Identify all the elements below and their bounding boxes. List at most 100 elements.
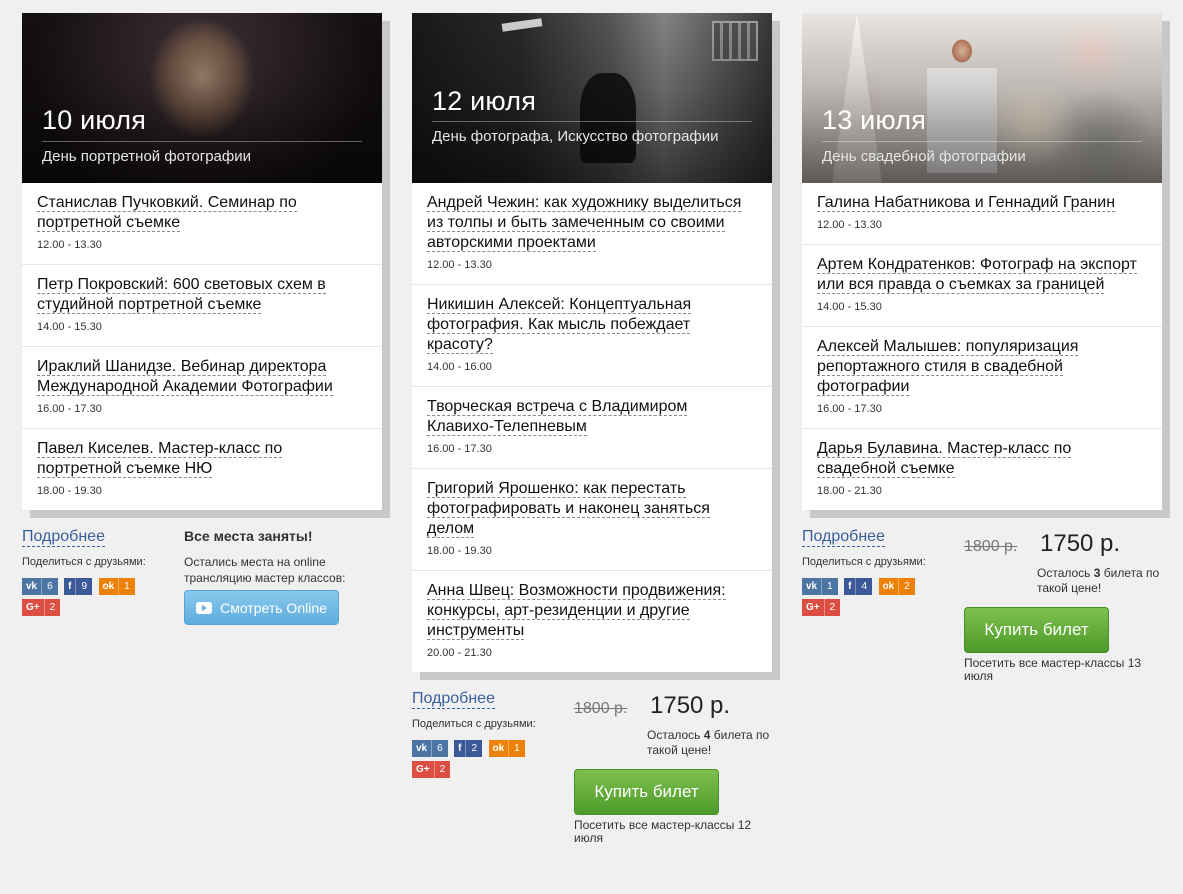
event-time: 18.00 - 19.30 bbox=[37, 485, 102, 497]
event-title[interactable]: Анна Швец: Возможности продвижения: конк… bbox=[427, 582, 726, 640]
event-title[interactable]: Артем Кондратенков: Фотограф на экспорт … bbox=[817, 256, 1137, 294]
share-label: Поделиться с друзьями: bbox=[802, 556, 926, 568]
share-vk-button[interactable]: vk 6 bbox=[412, 740, 448, 757]
google-plus-icon: G+ bbox=[416, 764, 430, 775]
event-time: 12.00 - 13.30 bbox=[37, 239, 102, 251]
event-title[interactable]: Ираклий Шанидзе. Вебинар директора Между… bbox=[37, 358, 333, 396]
event-time: 14.00 - 15.30 bbox=[37, 321, 102, 333]
day-date: 13 июля bbox=[822, 105, 927, 135]
event-title[interactable]: Станислав Пучковкий. Семинар по портретн… bbox=[37, 194, 297, 232]
share-buttons: vk 6 f2 ok 1 G+ 2 bbox=[412, 738, 552, 780]
event-item[interactable]: Андрей Чежин: как художнику выделиться и… bbox=[412, 183, 772, 285]
event-item[interactable]: Алексей Малышев: популяризация репортажн… bbox=[802, 327, 1162, 429]
event-time: 20.00 - 21.30 bbox=[427, 647, 492, 659]
event-item[interactable]: Анна Швец: Возможности продвижения: конк… bbox=[412, 571, 772, 672]
day-subtitle: День портретной фотографии bbox=[42, 148, 251, 165]
event-time: 12.00 - 13.30 bbox=[817, 219, 882, 231]
day-hero: 13 июля День свадебной фотографии bbox=[802, 13, 1162, 183]
event-time: 16.00 - 17.30 bbox=[427, 443, 492, 455]
event-item[interactable]: Ираклий Шанидзе. Вебинар директора Между… bbox=[22, 347, 382, 429]
share-facebook-button[interactable]: f9 bbox=[64, 578, 93, 595]
more-link[interactable]: Подробнее bbox=[22, 528, 105, 547]
day-date: 10 июля bbox=[42, 105, 147, 135]
event-item[interactable]: Станислав Пучковкий. Семинар по портретн… bbox=[22, 183, 382, 265]
share-vk-button[interactable]: vk 6 bbox=[22, 578, 58, 595]
event-title[interactable]: Галина Набатникова и Геннадий Гранин bbox=[817, 194, 1116, 212]
more-link[interactable]: Подробнее bbox=[802, 528, 885, 547]
vk-icon: vk bbox=[806, 581, 818, 592]
share-label: Поделиться с друзьями: bbox=[412, 718, 536, 730]
event-day-card: 13 июля День свадебной фотографии Галина… bbox=[802, 13, 1162, 510]
event-time: 14.00 - 16.00 bbox=[427, 361, 492, 373]
event-day-column: 10 июля День портретной фотографии Стани… bbox=[22, 13, 382, 698]
share-odnoklassniki-button[interactable]: ok 2 bbox=[878, 578, 915, 595]
share-vk-button[interactable]: vk 1 bbox=[802, 578, 838, 595]
share-odnoklassniki-button[interactable]: ok 1 bbox=[488, 740, 525, 757]
event-day-column: 13 июля День свадебной фотографии Галина… bbox=[802, 13, 1162, 698]
all-classes-note: Посетить все мастер-классы 12 июля bbox=[574, 818, 752, 845]
event-title[interactable]: Творческая встреча с Владимиром Клавихо-… bbox=[427, 398, 688, 436]
day-footer: Подробнее Поделиться с друзьями: vk 1 f4 … bbox=[802, 528, 1162, 698]
odnoklassniki-icon: ok bbox=[102, 581, 115, 592]
event-title[interactable]: Алексей Малышев: популяризация репортажн… bbox=[817, 338, 1079, 396]
sold-out-text: Остались места на online трансляцию маст… bbox=[184, 555, 346, 585]
event-item[interactable]: Петр Покровский: 600 световых схем в сту… bbox=[22, 265, 382, 347]
day-date: 12 июля bbox=[432, 86, 537, 116]
event-item[interactable]: Григорий Ярошенко: как перестать фотогра… bbox=[412, 469, 772, 571]
watch-online-button[interactable]: Смотреть Online bbox=[184, 590, 339, 625]
event-title[interactable]: Григорий Ярошенко: как перестать фотогра… bbox=[427, 480, 710, 538]
facebook-icon: f bbox=[68, 581, 72, 592]
buy-ticket-button[interactable]: Купить билет bbox=[574, 769, 719, 815]
buy-ticket-button[interactable]: Купить билет bbox=[964, 607, 1109, 653]
day-hero: 12 июля День фотографа, Искусство фотогр… bbox=[412, 13, 772, 183]
all-classes-note: Посетить все мастер-классы 13 июля bbox=[964, 656, 1142, 683]
share-google-plus-button[interactable]: G+ 2 bbox=[802, 599, 841, 616]
event-item[interactable]: Артем Кондратенков: Фотограф на экспорт … bbox=[802, 245, 1162, 327]
google-plus-icon: G+ bbox=[806, 602, 820, 613]
new-price: 1750 р. bbox=[1040, 530, 1121, 557]
event-item[interactable]: Павел Киселев. Мастер-класс по портретно… bbox=[22, 429, 382, 510]
event-title[interactable]: Павел Киселев. Мастер-класс по портретно… bbox=[37, 440, 283, 478]
event-list: Галина Набатникова и Геннадий Гранин 12.… bbox=[802, 183, 1162, 510]
event-time: 18.00 - 21.30 bbox=[817, 485, 882, 497]
share-google-plus-button[interactable]: G+ 2 bbox=[412, 761, 451, 778]
event-time: 18.00 - 19.30 bbox=[427, 545, 492, 557]
event-item[interactable]: Никишин Алексей: Концептуальная фотограф… bbox=[412, 285, 772, 387]
event-day-card: 10 июля День портретной фотографии Стани… bbox=[22, 13, 382, 510]
event-item[interactable]: Дарья Булавина. Мастер-класс по свадебно… bbox=[802, 429, 1162, 510]
share-odnoklassniki-button[interactable]: ok 1 bbox=[98, 578, 135, 595]
event-time: 12.00 - 13.30 bbox=[427, 259, 492, 271]
share-label: Поделиться с друзьями: bbox=[22, 556, 146, 568]
youtube-play-icon bbox=[196, 601, 213, 614]
event-time: 14.00 - 15.30 bbox=[817, 301, 882, 313]
vk-icon: vk bbox=[26, 581, 38, 592]
watch-online-label: Смотреть Online bbox=[220, 599, 327, 616]
event-time: 16.00 - 17.30 bbox=[817, 403, 882, 415]
share-google-plus-button[interactable]: G+ 2 bbox=[22, 599, 61, 616]
day-footer: Подробнее Поделиться с друзьями: vk 6 f9 … bbox=[22, 528, 382, 698]
odnoklassniki-icon: ok bbox=[882, 581, 895, 592]
event-day-card: 12 июля День фотографа, Искусство фотогр… bbox=[412, 13, 772, 672]
old-price: 1800 р. bbox=[574, 700, 628, 717]
day-hero: 10 июля День портретной фотографии bbox=[22, 13, 382, 183]
more-link[interactable]: Подробнее bbox=[412, 690, 495, 709]
event-day-column: 12 июля День фотографа, Искусство фотогр… bbox=[412, 13, 772, 860]
event-list: Станислав Пучковкий. Семинар по портретн… bbox=[22, 183, 382, 510]
sold-out-title: Все места заняты! bbox=[184, 528, 313, 544]
share-facebook-button[interactable]: f4 bbox=[844, 578, 873, 595]
event-list: Андрей Чежин: как художнику выделиться и… bbox=[412, 183, 772, 672]
event-item[interactable]: Галина Набатникова и Геннадий Гранин 12.… bbox=[802, 183, 1162, 245]
share-facebook-button[interactable]: f2 bbox=[454, 740, 483, 757]
google-plus-icon: G+ bbox=[26, 602, 40, 613]
event-title[interactable]: Петр Покровский: 600 световых схем в сту… bbox=[37, 276, 326, 314]
share-buttons: vk 1 f4 ok 2 G+ 2 bbox=[802, 576, 942, 618]
old-price: 1800 р. bbox=[964, 538, 1018, 555]
tickets-left-note: Осталось 3 билета по такой цене! bbox=[1037, 566, 1160, 595]
event-title[interactable]: Никишин Алексей: Концептуальная фотограф… bbox=[427, 296, 692, 354]
event-item[interactable]: Творческая встреча с Владимиром Клавихо-… bbox=[412, 387, 772, 469]
facebook-icon: f bbox=[848, 581, 852, 592]
event-title[interactable]: Дарья Булавина. Мастер-класс по свадебно… bbox=[817, 440, 1072, 478]
odnoklassniki-icon: ok bbox=[492, 743, 505, 754]
event-title[interactable]: Андрей Чежин: как художнику выделиться и… bbox=[427, 194, 742, 252]
facebook-icon: f bbox=[458, 743, 462, 754]
